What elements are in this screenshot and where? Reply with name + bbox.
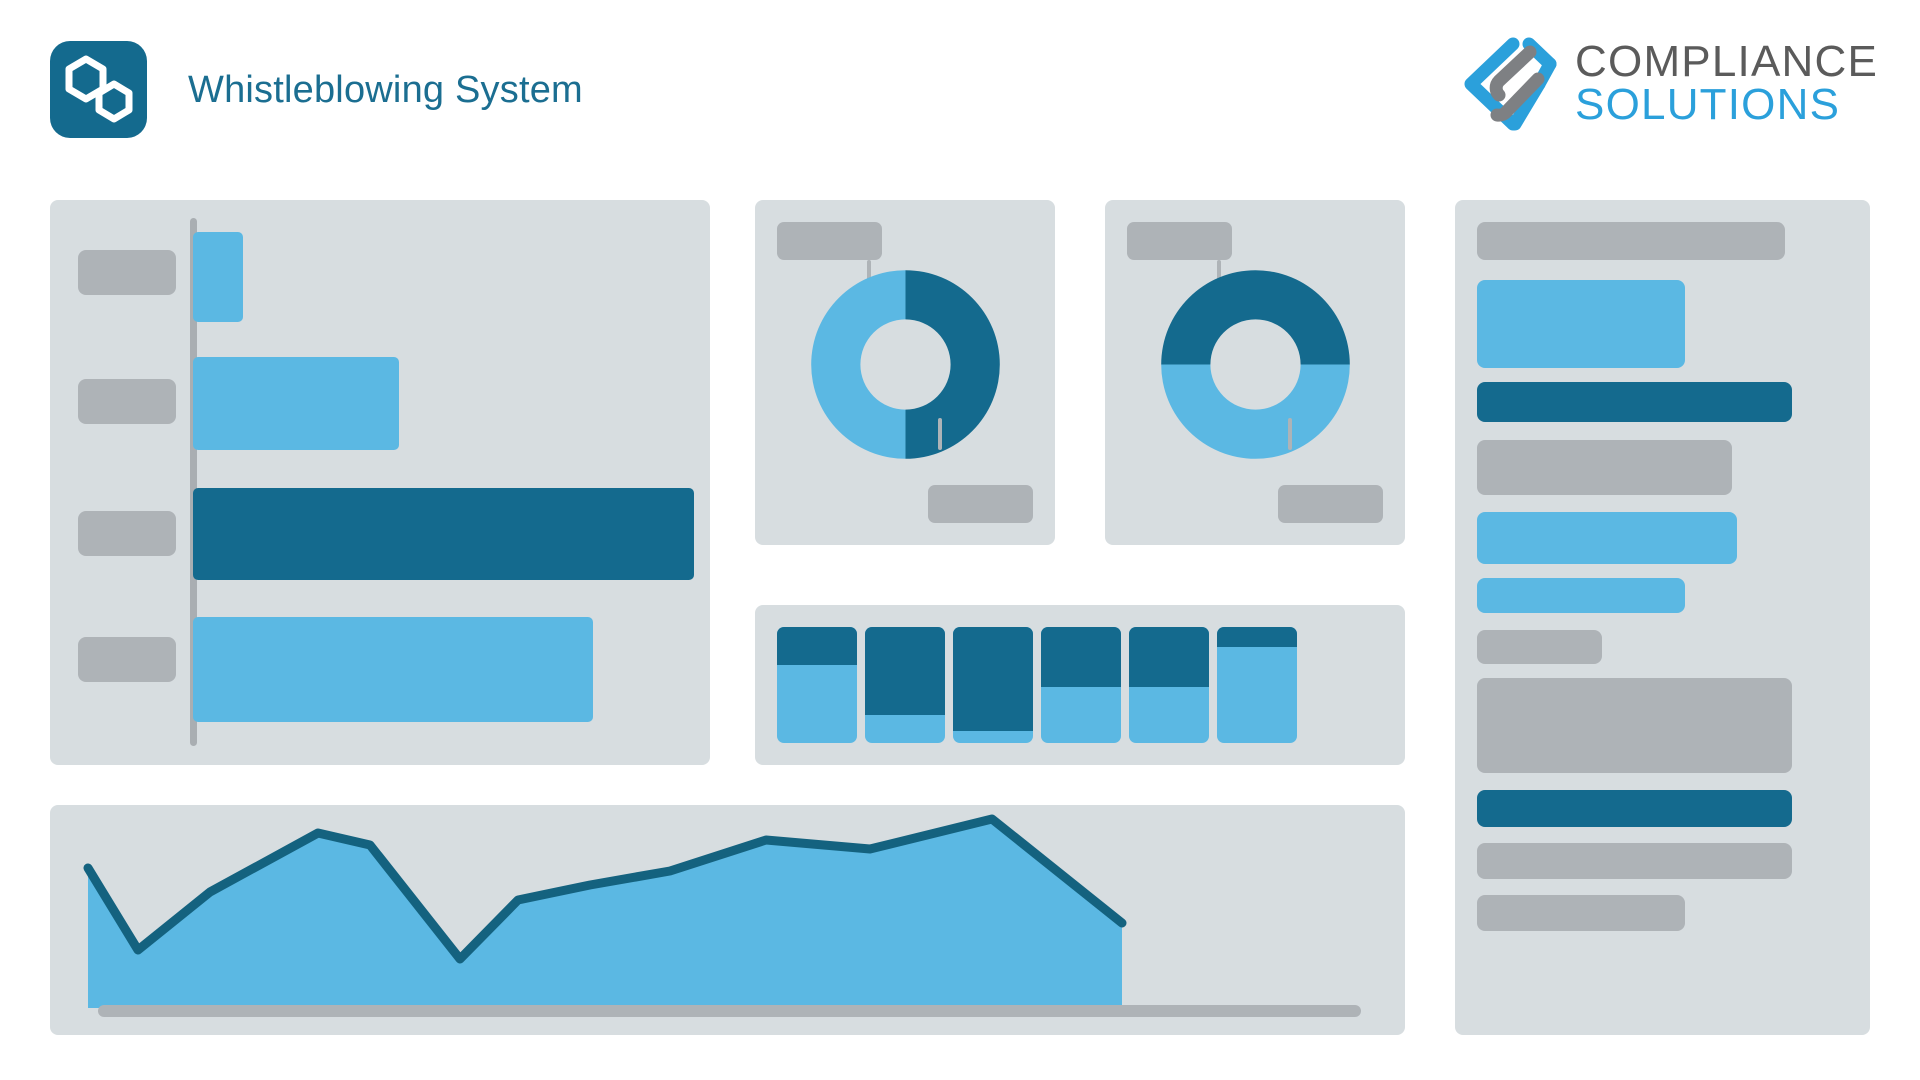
brand-lockup: COMPLIANCE SOLUTIONS [1451, 28, 1878, 140]
stacked-column-panel [755, 605, 1405, 765]
hbar-bar-2[interactable] [193, 357, 399, 450]
area-fill [88, 819, 1122, 1008]
donut-two-top-chip [1127, 222, 1232, 260]
hbar-bar-4[interactable] [193, 617, 593, 722]
stacked-column-1[interactable] [777, 627, 857, 743]
sidebar-row-3[interactable] [1477, 382, 1792, 422]
hbar-category-label [78, 511, 176, 556]
interlocking-s-diamond-icon [1464, 37, 1557, 131]
stacked-segment-dark [1041, 627, 1121, 688]
sidebar-list-panel [1455, 200, 1870, 1035]
stacked-segment-dark [953, 627, 1033, 732]
page-header: Whistleblowing System COMPLIANCE SOLUTIO… [0, 0, 1920, 185]
sidebar-row-5[interactable] [1477, 512, 1737, 564]
sidebar-row-4[interactable] [1477, 440, 1732, 495]
hbar-category-label [78, 250, 176, 295]
stacked-column-2[interactable] [865, 627, 945, 743]
sidebar-row-7[interactable] [1477, 630, 1602, 664]
sidebar-row-10[interactable] [1477, 843, 1792, 879]
hbar-bar-3[interactable] [193, 488, 694, 580]
hbar-bar-1[interactable] [193, 232, 243, 322]
donut-two-bottom-leader [1288, 418, 1292, 450]
stacked-segment-dark [865, 627, 945, 716]
brand-wordmark: COMPLIANCE SOLUTIONS [1575, 37, 1878, 129]
stacked-segment-dark [1217, 627, 1297, 647]
sidebar-row-1[interactable] [1477, 222, 1785, 260]
area-baseline-axis [98, 1005, 1361, 1017]
brand-line-compliance: COMPLIANCE [1575, 37, 1878, 87]
stacked-column-4[interactable] [1041, 627, 1121, 743]
sidebar-row-9[interactable] [1477, 790, 1792, 827]
page-title: Whistleblowing System [188, 69, 583, 111]
donut-two-chart[interactable] [1153, 262, 1358, 467]
stacked-segment-dark [1129, 627, 1209, 688]
donut-panel-one [755, 200, 1055, 545]
donut-one-bottom-leader [938, 418, 942, 450]
hbar-category-label [78, 637, 176, 682]
donut-panel-two [1105, 200, 1405, 545]
sidebar-row-8[interactable] [1477, 678, 1792, 773]
area-trend-chart[interactable] [50, 805, 1405, 1035]
stacked-column-6[interactable] [1217, 627, 1297, 743]
hbar-category-label [78, 379, 176, 424]
sidebar-row-6[interactable] [1477, 578, 1685, 613]
stacked-column-3[interactable] [953, 627, 1033, 743]
donut-two-bottom-chip [1278, 485, 1383, 523]
donut-one-bottom-chip [928, 485, 1033, 523]
area-chart-panel [50, 805, 1405, 1035]
donut-one-chart[interactable] [803, 262, 1008, 467]
app-logo [50, 41, 147, 138]
donut-one-top-chip [777, 222, 882, 260]
sidebar-row-2[interactable] [1477, 280, 1685, 368]
stacked-column-5[interactable] [1129, 627, 1209, 743]
hexagon-pair-icon [65, 55, 133, 123]
horizontal-bar-panel [50, 200, 710, 765]
stacked-segment-dark [777, 627, 857, 666]
sidebar-row-11[interactable] [1477, 895, 1685, 931]
brand-line-solutions: SOLUTIONS [1575, 80, 1841, 129]
